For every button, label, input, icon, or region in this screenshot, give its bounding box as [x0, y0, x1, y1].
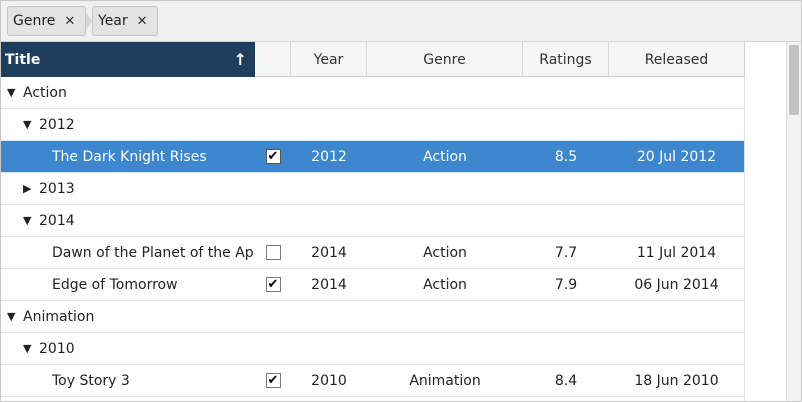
group-row-label: Animation	[23, 308, 95, 325]
group-row-label: 2013	[39, 180, 75, 197]
checkbox[interactable]: ✔	[265, 149, 281, 164]
cell-ratings: 8.5	[554, 148, 578, 165]
column-header-released[interactable]: Released	[609, 42, 744, 77]
chevron-down-icon[interactable]: ▼	[23, 118, 37, 131]
cell-released: 18 Jun 2010	[634, 372, 719, 389]
cell-genre: Action	[423, 244, 467, 261]
cell-year: 2012	[311, 148, 347, 165]
column-header-checkbox[interactable]	[255, 42, 291, 77]
cell-year: 2014	[311, 244, 347, 261]
group-row-label: Action	[23, 84, 67, 101]
cell-released: 20 Jul 2012	[636, 148, 717, 165]
chevron-right-icon[interactable]: ▶	[23, 182, 37, 195]
cell-checkbox: ✔	[255, 365, 291, 397]
group-row-label: 2014	[39, 212, 75, 229]
column-header-label: Title	[5, 51, 41, 68]
cell-title: Toy Story 3	[52, 372, 130, 389]
checkbox[interactable]: ✔	[265, 373, 281, 388]
column-header-row: Title ↑ Year Genre Ratings Released	[1, 42, 744, 77]
cell-title: Edge of Tomorrow	[52, 276, 178, 293]
cell-ratings: 7.7	[554, 244, 578, 261]
cell-checkbox: ✔	[255, 141, 291, 173]
group-chip-year[interactable]: Year ✕	[92, 6, 158, 36]
column-header-title[interactable]: Title ↑	[1, 42, 255, 77]
grid-filler-column	[744, 77, 786, 401]
group-row-action[interactable]: ▼ Action	[1, 77, 744, 109]
arrow-up-icon: ↑	[233, 50, 247, 69]
column-header-label: Released	[644, 51, 709, 68]
cell-ratings: 8.4	[554, 372, 578, 389]
group-row-2010[interactable]: ▼ 2010	[1, 333, 744, 365]
column-header-label: Genre	[423, 51, 466, 68]
cell-title: The Dark Knight Rises	[52, 148, 207, 165]
group-row-2012[interactable]: ▼ 2012	[1, 109, 744, 141]
cell-ratings: 7.9	[554, 276, 578, 293]
close-icon[interactable]: ✕	[137, 14, 148, 29]
cell-genre: Animation	[409, 372, 481, 389]
close-icon[interactable]: ✕	[64, 14, 75, 29]
group-row-label: 2010	[39, 340, 75, 357]
header-filler	[744, 42, 786, 77]
column-header-year[interactable]: Year	[291, 42, 367, 77]
group-row-2013[interactable]: ▶ 2013	[1, 173, 744, 205]
group-row-animation[interactable]: ▼ Animation	[1, 301, 744, 333]
grid-body: ▼ Action ▼ 2012 The Dark Knight Rises ✔ …	[1, 77, 744, 401]
table-row[interactable]: Dawn of the Planet of the Ap 2014 Action…	[1, 237, 744, 269]
column-header-label: Ratings	[539, 51, 592, 68]
cell-year: 2010	[311, 372, 347, 389]
group-panel: Genre ✕ Year ✕	[1, 1, 801, 42]
group-row-label: 2012	[39, 116, 75, 133]
chevron-down-icon[interactable]: ▼	[23, 342, 37, 355]
column-header-label: Year	[313, 51, 344, 68]
chevron-down-icon[interactable]: ▼	[23, 214, 37, 227]
checkbox[interactable]	[265, 245, 281, 260]
cell-title: Dawn of the Planet of the Ap	[52, 244, 254, 261]
cell-released: 11 Jul 2014	[636, 244, 717, 261]
cell-checkbox	[255, 237, 291, 269]
scrollbar-thumb[interactable]	[789, 45, 799, 115]
table-row[interactable]: Toy Story 3 ✔ 2010 Animation 8.4 18 Jun …	[1, 365, 744, 397]
cell-genre: Action	[423, 276, 467, 293]
cell-released: 06 Jun 2014	[634, 276, 719, 293]
column-header-ratings[interactable]: Ratings	[523, 42, 609, 77]
checkbox[interactable]: ✔	[265, 277, 281, 292]
cell-year: 2014	[311, 276, 347, 293]
table-row[interactable]: Edge of Tomorrow ✔ 2014 Action 7.9 06 Ju…	[1, 269, 744, 301]
chevron-down-icon[interactable]: ▼	[7, 86, 21, 99]
group-chip-genre[interactable]: Genre ✕	[7, 6, 86, 36]
column-header-genre[interactable]: Genre	[367, 42, 523, 77]
group-chip-label: Year	[98, 13, 128, 29]
cell-genre: Action	[423, 148, 467, 165]
table-row[interactable]: The Dark Knight Rises ✔ 2012 Action 8.5 …	[1, 141, 744, 173]
chevron-down-icon[interactable]: ▼	[7, 310, 21, 323]
group-row-2014[interactable]: ▼ 2014	[1, 205, 744, 237]
group-chip-label: Genre	[13, 13, 56, 29]
vertical-scrollbar[interactable]	[786, 42, 801, 401]
cell-checkbox: ✔	[255, 269, 291, 301]
